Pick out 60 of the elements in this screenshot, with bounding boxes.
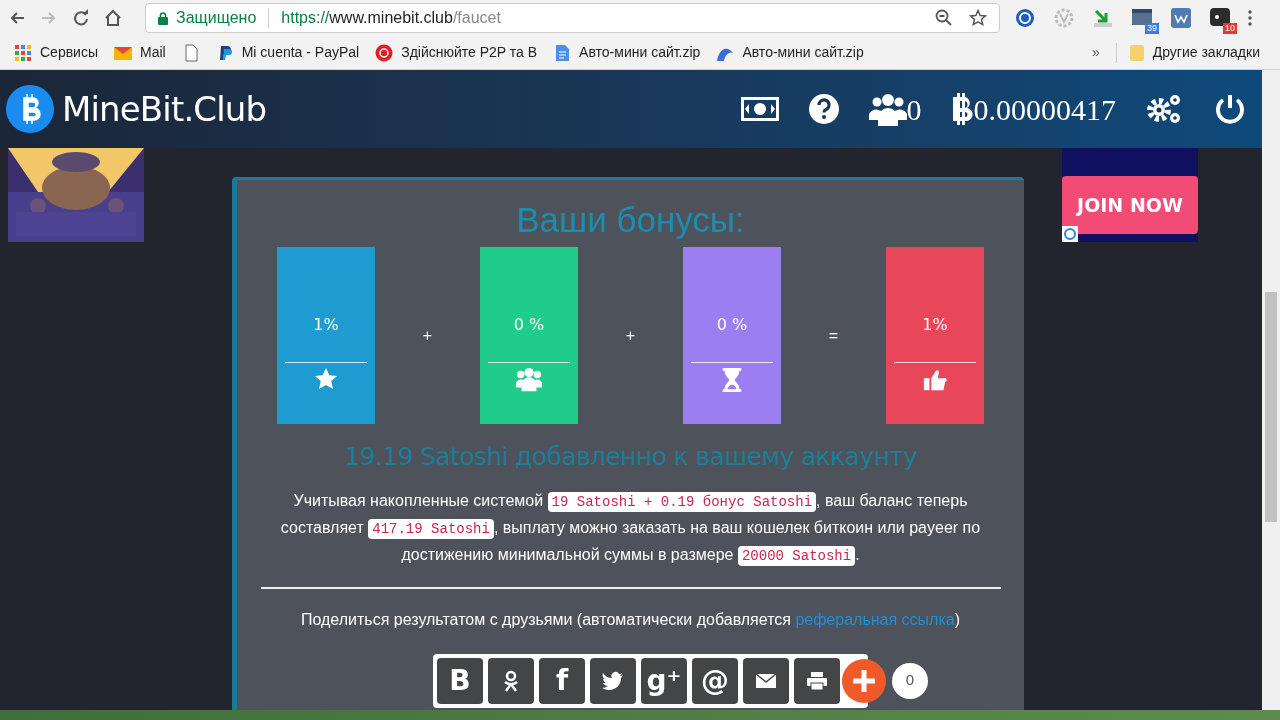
printer-icon xyxy=(806,669,828,692)
bookmark[interactable]: Mi cuenta - PayPal xyxy=(209,42,366,63)
plus-icon[interactable] xyxy=(842,658,886,703)
home-icon[interactable] xyxy=(104,9,122,27)
star-icon[interactable] xyxy=(969,9,987,27)
folder-icon xyxy=(1128,43,1145,62)
referral-count: 0 xyxy=(906,91,922,128)
extension-icon[interactable] xyxy=(1014,7,1036,29)
badge: 10 xyxy=(1223,23,1237,34)
operator-sign: + xyxy=(625,325,636,346)
share-caption: Поделиться результатом с друзьями (автоматически добавляется реферальная ссылка) xyxy=(301,609,960,630)
bonus-title: Ваши бонусы: xyxy=(516,200,745,240)
share-button[interactable]: @ xyxy=(692,657,738,704)
bookmark[interactable]: Сервисы xyxy=(8,42,104,63)
thumbs-up-icon xyxy=(922,367,948,393)
bookmark[interactable]: Авто-мини сайт.zip xyxy=(547,42,707,63)
bookmark[interactable]: Здійснюйте P2P та В xyxy=(369,42,544,63)
bookmark-icon xyxy=(553,43,572,62)
share-button[interactable]: В xyxy=(437,657,483,704)
security-label: Защищено xyxy=(176,8,257,28)
balance-amount[interactable]: 0.00000417 xyxy=(973,86,1116,132)
operator-sign: = xyxy=(828,325,839,346)
other-bookmarks[interactable]: Другие закладки xyxy=(1128,42,1272,63)
ad-info-icon[interactable] xyxy=(1062,226,1078,242)
bookmark[interactable]: Mail xyxy=(108,42,172,63)
bookmark-icon xyxy=(14,43,32,62)
help-icon[interactable] xyxy=(808,94,839,124)
share-button[interactable]: f xyxy=(539,657,585,704)
bonus-percent: 0 % xyxy=(513,314,545,336)
bookmark[interactable]: Авто-мини сайт.zip xyxy=(710,42,870,63)
site-logo[interactable]: MineBit.Club xyxy=(62,83,267,135)
share-button[interactable]: g⁺ xyxy=(641,657,687,704)
operator-sign: + xyxy=(422,325,433,346)
bonus-percent: 1% xyxy=(313,314,339,336)
power-icon[interactable] xyxy=(1214,93,1246,125)
bitcoin-icon xyxy=(951,93,974,125)
users-icon xyxy=(516,367,542,393)
share-button[interactable] xyxy=(794,657,840,704)
share-button[interactable] xyxy=(488,657,534,704)
bird-icon xyxy=(602,669,624,692)
lock-icon xyxy=(158,11,168,25)
share-button[interactable] xyxy=(743,657,789,704)
bonus-percent: 1% xyxy=(922,314,948,336)
balance-message: Учитывая накопленные системой 19 Satoshi + 0.19 бонус Satoshi , ваш баланс теперь составляет 417.19 Satoshi , выплату можно заказать на ваш кошелек биткоин или payeer по достижению минимальной суммы в размере 20000 Satoshi . xyxy=(279,490,982,568)
bonus-percent: 0 % xyxy=(716,314,748,336)
satoshi-added-message: 19.19 Satoshi добавленно к вашему аккаунту xyxy=(344,441,917,473)
bookmark-icon xyxy=(375,43,394,62)
address-bar[interactable]: Защищено https://www.minebit.club/faucet xyxy=(145,3,1000,33)
users-icon[interactable] xyxy=(868,92,907,126)
banknote-icon[interactable] xyxy=(740,97,779,121)
overflow-chevron[interactable]: » xyxy=(1091,42,1112,63)
share-button[interactable] xyxy=(590,657,636,704)
share-count: 0 xyxy=(892,662,928,699)
bitcoin-logo-icon[interactable] xyxy=(6,85,54,133)
menu-icon[interactable] xyxy=(1248,10,1252,26)
reload-icon[interactable] xyxy=(72,9,90,27)
url-text[interactable]: https://www.minebit.club/faucet xyxy=(281,6,501,30)
scrollbar[interactable] xyxy=(1262,70,1280,710)
badge: 39 xyxy=(1145,23,1159,34)
zoom-out-icon[interactable] xyxy=(935,9,953,27)
